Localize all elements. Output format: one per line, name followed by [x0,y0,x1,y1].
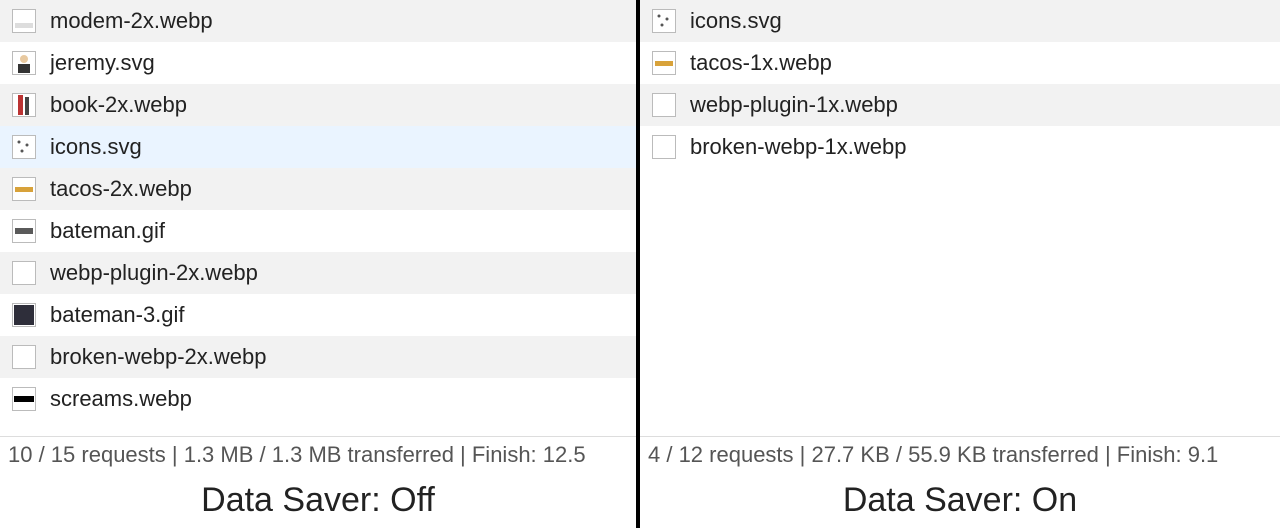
file-row[interactable]: jeremy.svg [0,42,636,84]
file-name: icons.svg [690,8,782,34]
pane-right: icons.svg tacos-1x.webp webp-plugin-1x.web… [640,0,1280,528]
file-name: broken-webp-2x.webp [50,344,266,370]
file-list-right: icons.svg tacos-1x.webp webp-plugin-1x.web… [640,0,1280,168]
file-row[interactable]: icons.svg [640,0,1280,42]
file-name: tacos-1x.webp [690,50,832,76]
person-icon [12,51,36,75]
file-name: tacos-2x.webp [50,176,192,202]
file-row[interactable]: screams.webp [0,378,636,420]
status-bar-right: 4 / 12 requests | 27.7 KB / 55.9 KB tran… [640,436,1280,472]
spacer [0,420,636,436]
pane-left: modem-2x.webp jeremy.svg book-2x.webp icons… [0,0,640,528]
file-row[interactable]: webp-plugin-2x.webp [0,252,636,294]
file-row[interactable]: book-2x.webp [0,84,636,126]
file-row[interactable]: icons.svg [0,126,636,168]
file-name: webp-plugin-1x.webp [690,92,898,118]
darkbar-icon [12,219,36,243]
modem-icon [12,9,36,33]
file-row[interactable]: tacos-1x.webp [640,42,1280,84]
file-name: modem-2x.webp [50,8,213,34]
file-name: bateman-3.gif [50,302,185,328]
darkfill-icon [12,303,36,327]
file-row[interactable]: webp-plugin-1x.webp [640,84,1280,126]
file-name: webp-plugin-2x.webp [50,260,258,286]
tacos-icon [12,177,36,201]
caption-right: Data Saver: On [640,472,1280,528]
tacos-icon [652,51,676,75]
file-row[interactable]: broken-webp-2x.webp [0,336,636,378]
empty-icon [12,345,36,369]
file-name: screams.webp [50,386,192,412]
file-name: jeremy.svg [50,50,155,76]
dots-icon [12,135,36,159]
file-name: book-2x.webp [50,92,187,118]
spacer [640,168,1280,436]
blackbar-icon [12,387,36,411]
comparison-wrapper: modem-2x.webp jeremy.svg book-2x.webp icons… [0,0,1280,528]
empty-icon [652,93,676,117]
empty-icon [652,135,676,159]
status-bar-left: 10 / 15 requests | 1.3 MB / 1.3 MB trans… [0,436,636,472]
file-row[interactable]: bateman.gif [0,210,636,252]
book-icon [12,93,36,117]
empty-icon [12,261,36,285]
file-row[interactable]: tacos-2x.webp [0,168,636,210]
file-name: icons.svg [50,134,142,160]
file-name: broken-webp-1x.webp [690,134,906,160]
file-row[interactable]: bateman-3.gif [0,294,636,336]
caption-left: Data Saver: Off [0,472,636,528]
file-row[interactable]: broken-webp-1x.webp [640,126,1280,168]
file-list-left: modem-2x.webp jeremy.svg book-2x.webp icons… [0,0,636,420]
file-name: bateman.gif [50,218,165,244]
file-row[interactable]: modem-2x.webp [0,0,636,42]
dots-icon [652,9,676,33]
